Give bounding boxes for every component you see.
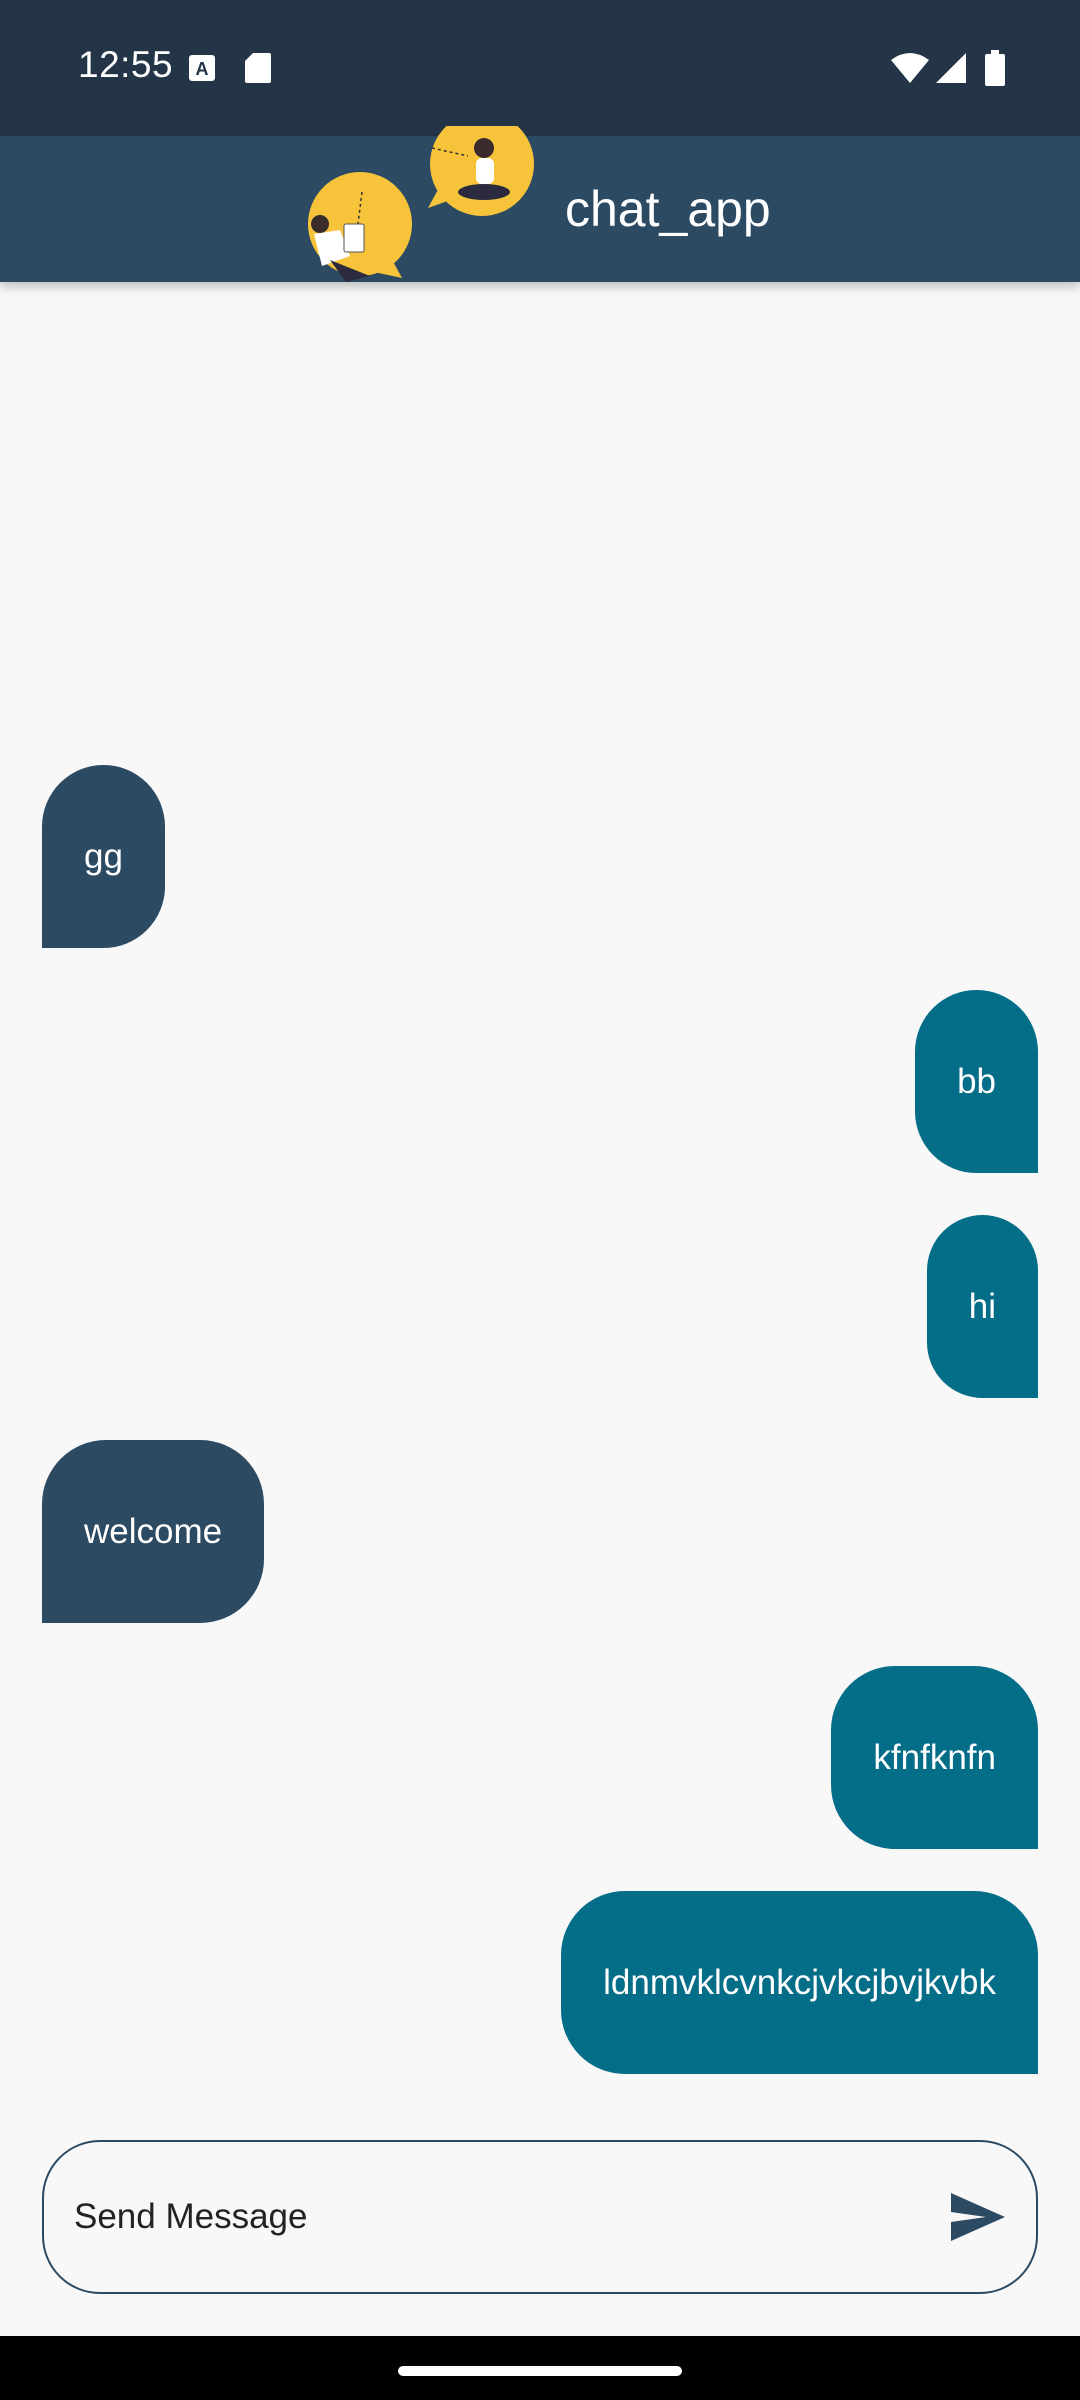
status-bar: 12:55 A (0, 0, 1080, 136)
message-text: kfnfknfn (873, 1737, 996, 1777)
battery-icon (985, 50, 1005, 86)
message-text: gg (84, 836, 123, 876)
message-text: hi (968, 1286, 996, 1326)
message-bubble-sent: bb (915, 990, 1038, 1173)
message-input[interactable] (74, 2142, 944, 2292)
app-bar: chat_app (0, 126, 1080, 282)
message-bubble-sent: kfnfknfn (831, 1666, 1038, 1849)
message-bubble-received: welcome (42, 1440, 265, 1623)
app-title: chat_app (565, 181, 771, 237)
message-text: bb (957, 1061, 996, 1101)
message-bubble-sent: ldnmvklcvnkcjvkcjbvjkvbk (561, 1891, 1038, 2074)
message-text: ldnmvklcvnkcjvkcjbvjkvbk (603, 1962, 996, 2002)
status-time: 12:55 (78, 44, 174, 85)
home-gesture-handle[interactable] (398, 2366, 682, 2376)
svg-text:A: A (196, 59, 209, 79)
message-composer (42, 2140, 1038, 2294)
wifi-icon (891, 53, 929, 83)
send-icon (951, 2193, 1005, 2241)
message-text: welcome (84, 1511, 223, 1551)
signal-icon (936, 53, 966, 83)
chat-illustration-logo (308, 126, 534, 282)
translate-icon: A (189, 55, 215, 81)
sd-card-icon (245, 53, 271, 83)
message-bubble-sent: hi (926, 1215, 1038, 1398)
message-bubble-received: gg (42, 765, 165, 948)
system-nav-bar (0, 2336, 1080, 2400)
send-button[interactable] (948, 2189, 1008, 2245)
message-list[interactable]: gg bb hi welcome kfnfknfn ldnmvklcvnkcjv… (0, 282, 1080, 2122)
